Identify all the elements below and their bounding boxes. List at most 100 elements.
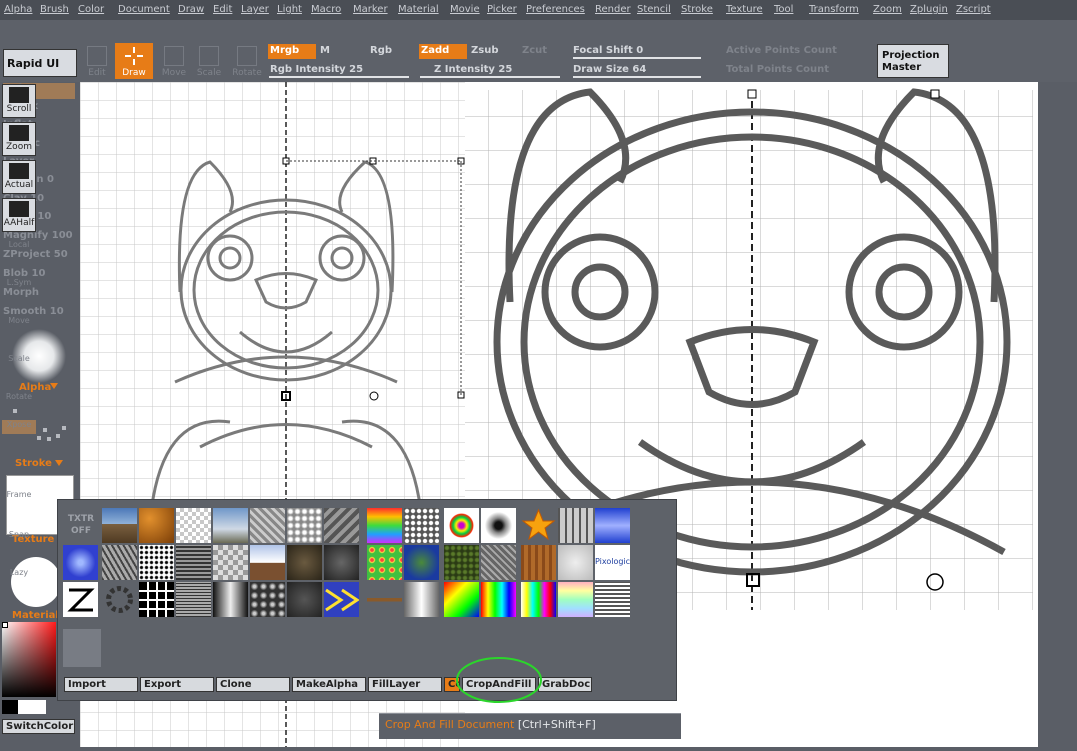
texture-thumb[interactable] <box>139 545 174 580</box>
menu-light[interactable]: Light <box>277 4 302 15</box>
texture-thumb[interactable] <box>481 545 516 580</box>
texture-thumb[interactable] <box>176 508 211 543</box>
projection-master-button[interactable]: Projection Master <box>877 44 949 78</box>
color-picker-square[interactable] <box>2 622 56 697</box>
texture-thumb[interactable] <box>595 508 630 543</box>
grab-doc-button[interactable]: GrabDoc <box>538 677 592 692</box>
actual-button[interactable]: Actual <box>2 160 36 194</box>
menu-color[interactable]: Color <box>78 4 104 15</box>
texture-thumb[interactable] <box>481 582 516 617</box>
menu-transform[interactable]: Transform <box>809 4 859 15</box>
color-picker-handle[interactable] <box>2 622 8 628</box>
zadd-toggle[interactable]: Zadd <box>419 44 467 59</box>
edit-tool-button[interactable]: Edit <box>78 43 116 79</box>
texture-thumb[interactable] <box>176 545 211 580</box>
frame-button[interactable]: Frame <box>2 490 36 524</box>
import-button[interactable]: Import <box>64 677 138 692</box>
rgb-toggle[interactable]: Rgb <box>368 44 396 59</box>
menu-alpha[interactable]: Alpha <box>4 4 32 15</box>
menu-render[interactable]: Render <box>595 4 631 15</box>
aahalf-button[interactable]: AAHalf <box>2 198 36 232</box>
main-color-swatch[interactable] <box>2 700 18 714</box>
snap-button[interactable]: Snap <box>2 530 36 564</box>
export-button[interactable]: Export <box>140 677 214 692</box>
texture-thumb[interactable] <box>521 582 556 617</box>
move-side-button[interactable]: Move <box>2 316 36 350</box>
texture-thumb[interactable] <box>287 582 322 617</box>
menu-texture[interactable]: Texture <box>726 4 763 15</box>
scroll-button[interactable]: Scroll <box>2 84 36 118</box>
texture-thumb[interactable] <box>481 508 516 543</box>
menu-edit[interactable]: Edit <box>213 4 232 15</box>
texture-thumb[interactable] <box>250 545 285 580</box>
texture-thumb[interactable] <box>324 508 359 543</box>
texture-thumb[interactable] <box>444 508 479 543</box>
menu-stroke[interactable]: Stroke <box>681 4 713 15</box>
grid-icon[interactable] <box>139 582 174 617</box>
z-intensity-slider[interactable]: Z Intensity 25 <box>434 64 512 75</box>
move-tool-button[interactable]: Move <box>155 43 193 79</box>
texture-thumb[interactable] <box>404 508 439 543</box>
zbrush-logo-icon[interactable] <box>63 582 98 617</box>
texture-thumb[interactable] <box>558 582 593 617</box>
menu-zplugin[interactable]: Zplugin <box>910 4 948 15</box>
focal-shift-slider[interactable]: Focal Shift 0 <box>573 45 643 56</box>
draw-size-slider[interactable]: Draw Size 64 <box>573 64 646 75</box>
switch-color-button[interactable]: SwitchColor <box>2 719 75 734</box>
rotate-tool-button[interactable]: Rotate <box>228 43 266 79</box>
scale-side-button[interactable]: Scale <box>2 354 36 388</box>
texture-thumb[interactable] <box>521 545 556 580</box>
menu-picker[interactable]: Picker <box>487 4 517 15</box>
menu-stencil[interactable]: Stencil <box>637 4 671 15</box>
zcut-toggle[interactable]: Zcut <box>520 44 551 59</box>
fill-layer-button[interactable]: FillLayer <box>368 677 442 692</box>
texture-thumb[interactable] <box>250 582 285 617</box>
texture-thumb[interactable] <box>367 582 402 617</box>
local-button[interactable]: Local <box>2 240 36 274</box>
texture-thumb[interactable] <box>404 545 439 580</box>
scale-tool-button[interactable]: Scale <box>190 43 228 79</box>
texture-thumb[interactable] <box>324 545 359 580</box>
txtr-off-button[interactable]: TXTR OFF <box>63 513 99 541</box>
menu-zoom[interactable]: Zoom <box>873 4 902 15</box>
secondary-color-swatch[interactable] <box>18 700 46 714</box>
texture-thumb[interactable] <box>367 508 402 543</box>
menu-material[interactable]: Material <box>398 4 439 15</box>
menu-preferences[interactable]: Preferences <box>526 4 585 15</box>
texture-thumb[interactable] <box>444 545 479 580</box>
current-texture-slot[interactable] <box>63 629 101 667</box>
texture-thumb[interactable] <box>102 545 137 580</box>
texture-thumb[interactable] <box>287 545 322 580</box>
texture-thumb[interactable] <box>213 545 248 580</box>
texture-thumb[interactable] <box>213 582 248 617</box>
spiral-icon[interactable] <box>63 545 98 580</box>
lsym-button[interactable]: L.Sym <box>2 278 36 312</box>
texture-thumb[interactable] <box>367 545 402 580</box>
pixologic-logo-thumb[interactable]: Pixologic <box>595 545 630 580</box>
z-intensity-track[interactable] <box>420 76 560 78</box>
material-label[interactable]: Material <box>12 610 59 621</box>
texture-thumb[interactable] <box>250 508 285 543</box>
rgb-intensity-slider[interactable]: Rgb Intensity 25 <box>270 64 363 75</box>
menu-document[interactable]: Document <box>118 4 170 15</box>
texture-thumb[interactable] <box>404 582 439 617</box>
stroke-label[interactable]: Stroke <box>15 458 52 469</box>
texture-thumb[interactable] <box>102 508 137 543</box>
texture-thumb[interactable] <box>444 582 479 617</box>
menu-movie[interactable]: Movie <box>450 4 480 15</box>
menu-tool[interactable]: Tool <box>774 4 793 15</box>
texture-thumb[interactable] <box>558 545 593 580</box>
texture-thumb[interactable] <box>595 582 630 617</box>
menu-marker[interactable]: Marker <box>353 4 388 15</box>
make-alpha-button[interactable]: MakeAlpha <box>292 677 366 692</box>
zoom-button[interactable]: Zoom <box>2 122 36 156</box>
clone-button[interactable]: Clone <box>216 677 290 692</box>
texture-thumb[interactable] <box>176 582 211 617</box>
wave-icon[interactable] <box>324 582 359 617</box>
focal-shift-track[interactable] <box>573 57 701 59</box>
draw-size-track[interactable] <box>573 76 701 78</box>
xpose-button[interactable]: Xpose <box>2 420 36 434</box>
star-icon[interactable] <box>521 508 556 543</box>
texture-thumb[interactable] <box>213 508 248 543</box>
m-toggle[interactable]: M <box>318 44 334 59</box>
